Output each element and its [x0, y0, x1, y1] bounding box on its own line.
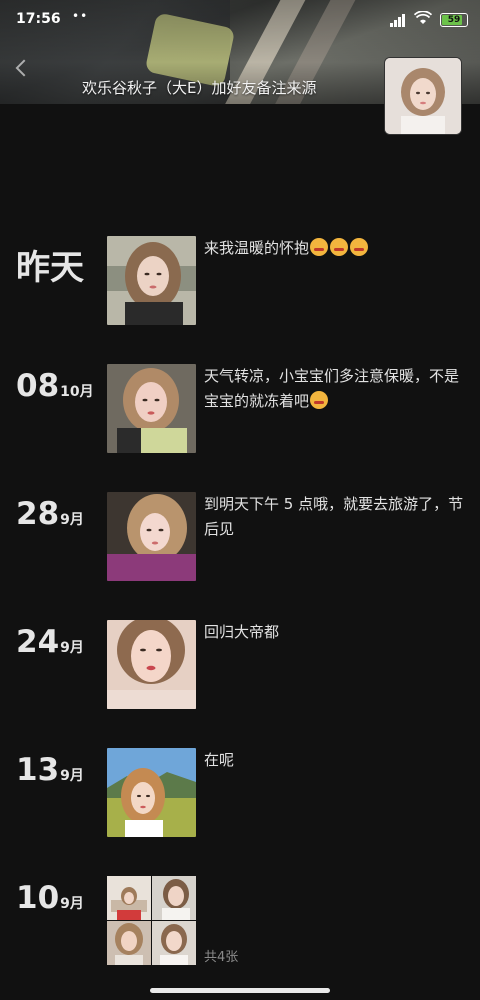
- signal-icon: [390, 13, 406, 27]
- profile-avatar[interactable]: [384, 57, 462, 135]
- status-notification-dots: ••: [72, 9, 89, 23]
- grid-photo[interactable]: [107, 921, 151, 965]
- moment-text-content: 来我温暖的怀抱: [204, 239, 310, 257]
- status-icons: 59: [390, 10, 468, 29]
- status-time: 17:56: [16, 11, 61, 27]
- moment-date: 昨天: [16, 240, 84, 289]
- battery-icon: 59: [440, 13, 468, 27]
- battery-level: 59: [447, 15, 461, 25]
- moment-date: 109月: [16, 880, 84, 916]
- grid-photo[interactable]: [107, 876, 151, 920]
- moment-text-content: 天气转凉，小宝宝们多注意保暖，不是宝宝的就冻着吧: [204, 367, 460, 410]
- moment-photo[interactable]: [107, 492, 196, 581]
- date-day: 昨天: [16, 248, 84, 288]
- date-day: 08: [16, 368, 60, 404]
- moment-photo[interactable]: [107, 236, 196, 325]
- moment-photo[interactable]: [107, 364, 196, 453]
- status-bar: 17:56 •• 59: [0, 0, 480, 40]
- moment-date: 249月: [16, 624, 84, 660]
- moment-photo[interactable]: [107, 620, 196, 709]
- date-month: 10月: [60, 384, 94, 400]
- date-day: 28: [16, 496, 60, 532]
- profile-remark: 欢乐谷秋子（大E）加好友备注来源: [82, 79, 317, 97]
- date-day: 10: [16, 880, 60, 916]
- moment-text: 来我温暖的怀抱: [204, 236, 468, 261]
- wifi-icon: [413, 10, 433, 29]
- date-day: 24: [16, 624, 60, 660]
- moment-text: 到明天下午 5 点哦，就要去旅游了，节后见: [204, 495, 464, 538]
- moment-text: 在呢: [204, 751, 235, 769]
- grin-emoji-icon: [350, 238, 369, 256]
- photo-count: 共4张: [204, 950, 239, 965]
- date-month: 9月: [60, 640, 84, 656]
- grid-photo[interactable]: [152, 876, 196, 920]
- grin-emoji-icon: [310, 238, 329, 256]
- moment-date: 289月: [16, 496, 84, 532]
- moment-photo[interactable]: [107, 748, 196, 837]
- moment-photo-grid[interactable]: [107, 876, 196, 965]
- moment-date: 139月: [16, 752, 84, 788]
- grin-emoji-icon: [330, 238, 349, 256]
- home-indicator[interactable]: [150, 988, 330, 993]
- moment-text: 天气转凉，小宝宝们多注意保暖，不是宝宝的就冻着吧: [204, 364, 468, 414]
- date-month: 9月: [60, 768, 84, 784]
- date-day: 13: [16, 752, 60, 788]
- moment-date: 0810月: [16, 368, 94, 404]
- grid-photo[interactable]: [152, 921, 196, 965]
- date-month: 9月: [60, 896, 84, 912]
- moment-text: 回归大帝都: [204, 623, 280, 641]
- sweat-emoji-icon: [310, 391, 329, 409]
- date-month: 9月: [60, 512, 84, 528]
